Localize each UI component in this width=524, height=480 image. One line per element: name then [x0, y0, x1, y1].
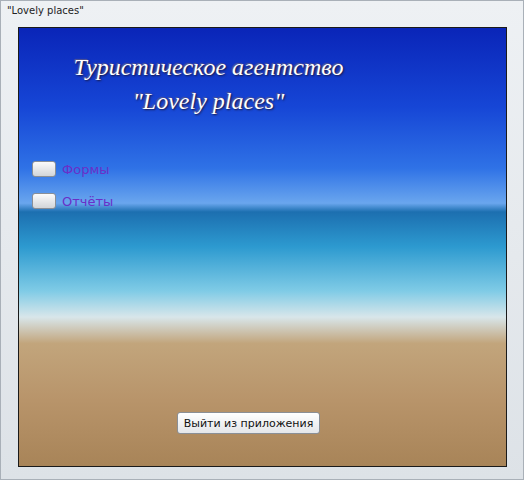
nav-item[interactable]: Отчёты: [32, 190, 506, 212]
nav-label[interactable]: Отчёты: [62, 194, 113, 209]
window-title: "Lovely places": [1, 1, 523, 27]
app-window: "Lovely places"Туристическое агентство"L…: [0, 0, 524, 480]
main-panel: Туристическое агентство"Lovely places" Фо…: [18, 27, 507, 467]
exit-button[interactable]: Выйти из приложения: [177, 412, 321, 434]
nav-item[interactable]: Формы: [32, 158, 506, 180]
nav-label[interactable]: Формы: [62, 162, 109, 177]
title-line: Туристическое агентство: [41, 50, 376, 84]
footer: Выйти из приложения: [19, 412, 506, 434]
agency-title: Туристическое агентство"Lovely places": [41, 50, 376, 118]
button-icon[interactable]: [32, 193, 56, 209]
button-icon[interactable]: [32, 161, 56, 177]
title-line: "Lovely places": [41, 84, 376, 118]
nav-menu: Формы Отчёты: [19, 158, 506, 212]
